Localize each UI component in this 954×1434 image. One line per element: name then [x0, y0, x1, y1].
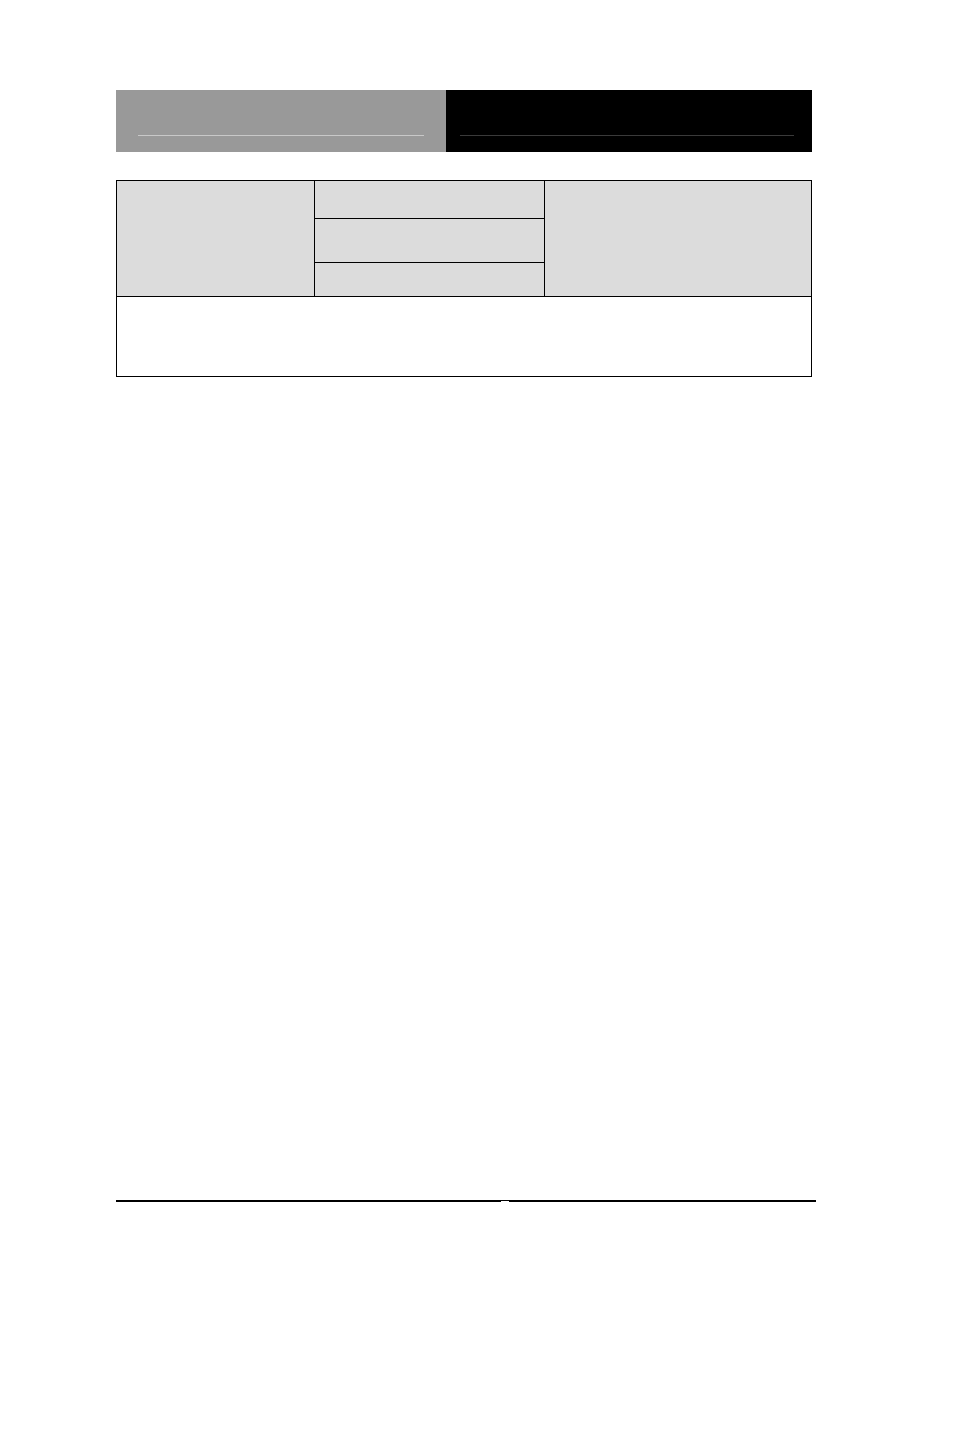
table-cell [315, 263, 545, 297]
header-bar [116, 90, 812, 152]
header-right-underline [460, 98, 794, 136]
page-content [116, 90, 812, 377]
table-cell-label [117, 181, 315, 297]
header-right-panel [446, 90, 812, 152]
table-cell [315, 181, 545, 219]
data-table [116, 180, 812, 377]
header-left-underline [138, 98, 424, 136]
table-cell [545, 181, 812, 297]
table-cell [315, 219, 545, 263]
table-cell-full [117, 297, 812, 377]
footer-divider [116, 1200, 816, 1202]
header-left-panel [116, 90, 446, 152]
